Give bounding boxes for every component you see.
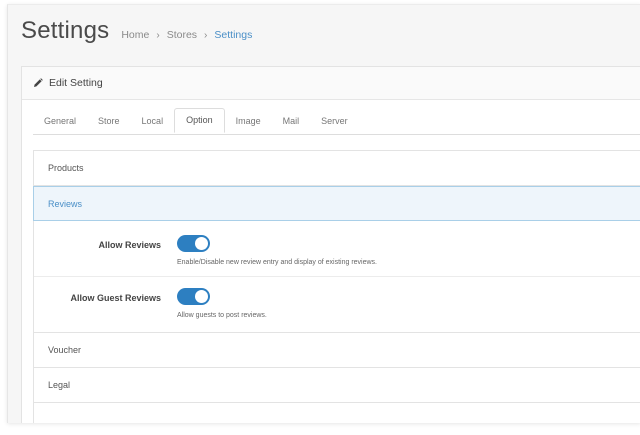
allow-guest-reviews-help: Allow guests to post reviews. [177,312,267,319]
settings-tabs: General Store Local Option Image Mail Se… [33,108,640,135]
page-header: Settings Home › Stores › Settings [8,5,640,63]
option-accordion: Products Reviews Allow Reviews Enable/Di… [33,150,640,423]
reviews-section-body: Allow Reviews Enable/Disable new review … [34,221,640,333]
allow-reviews-control: Enable/Disable new review entry and disp… [177,235,377,266]
tab-general[interactable]: General [33,109,87,133]
tab-mail[interactable]: Mail [272,109,311,133]
pencil-icon [33,78,43,88]
tab-image[interactable]: Image [225,109,272,133]
edit-setting-panel: Edit Setting General Store Local Option … [21,66,640,423]
allow-reviews-row: Allow Reviews Enable/Disable new review … [34,230,640,276]
breadcrumb: Home › Stores › Settings [121,29,252,41]
section-reviews[interactable]: Reviews [33,186,640,221]
panel-heading-label: Edit Setting [49,77,103,89]
section-voucher[interactable]: Voucher [34,333,640,368]
toggle-knob [195,237,208,250]
section-products[interactable]: Products [34,151,640,186]
section-legal[interactable]: Legal [34,368,640,403]
allow-reviews-help: Enable/Disable new review entry and disp… [177,259,377,266]
allow-guest-reviews-label: Allow Guest Reviews [70,293,161,303]
toggle-knob [195,290,208,303]
breadcrumb-stores[interactable]: Stores [167,29,197,41]
allow-guest-reviews-row: Allow Guest Reviews Allow guests to post… [34,276,640,329]
tab-store[interactable]: Store [87,109,131,133]
page-title: Settings [21,17,110,44]
allow-reviews-label: Allow Reviews [98,240,161,250]
panel-heading: Edit Setting [22,67,640,100]
breadcrumb-separator: › [156,29,160,41]
breadcrumb-separator: › [204,29,208,41]
allow-reviews-toggle[interactable] [177,235,210,252]
tab-local[interactable]: Local [131,109,175,133]
app-window: Settings Home › Stores › Settings Edit S… [7,4,640,423]
tab-server[interactable]: Server [310,109,359,133]
tab-option[interactable]: Option [174,108,225,133]
allow-guest-reviews-toggle[interactable] [177,288,210,305]
breadcrumb-home[interactable]: Home [121,29,149,41]
breadcrumb-settings[interactable]: Settings [214,29,252,41]
allow-guest-reviews-control: Allow guests to post reviews. [177,288,267,319]
